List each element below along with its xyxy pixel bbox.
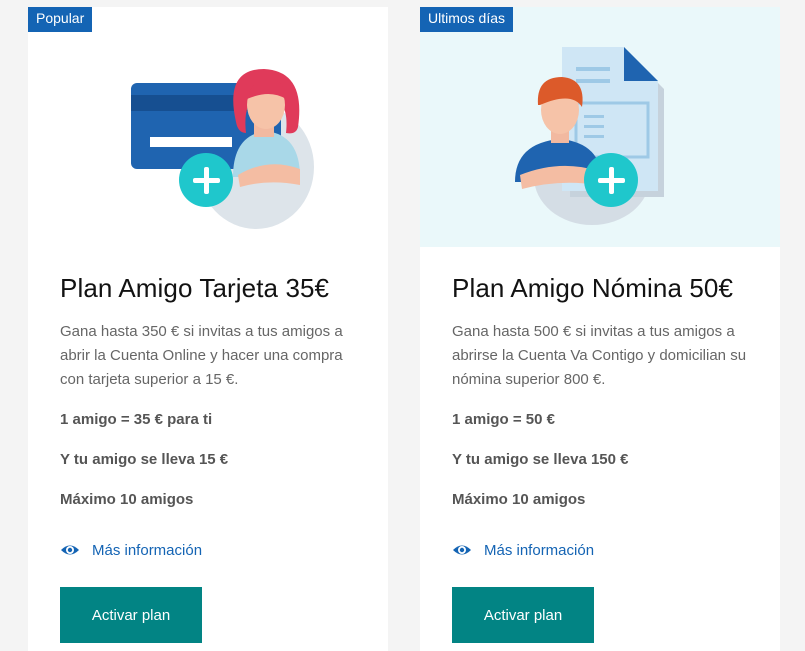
plan-reward: 1 amigo = 35 € para ti: [60, 411, 213, 428]
more-info-link[interactable]: Más información: [60, 540, 202, 560]
plan-title: Plan Amigo Tarjeta 35€: [60, 273, 330, 303]
eye-icon: [61, 545, 79, 555]
more-info-label: Más información: [484, 541, 595, 559]
card-illustration: [28, 7, 388, 247]
plan-card-tarjeta: Popular Plan Amigo Tarjeta 35€ Gana hast…: [28, 7, 388, 651]
plan-card-nomina: Ultimos días Plan Amigo Nómina 50€ Gana …: [420, 7, 780, 651]
eye-icon: [453, 545, 471, 555]
woman-credit-card-illustration: [131, 69, 314, 229]
plan-friend-reward: Y tu amigo se lleva 150 €: [452, 451, 629, 468]
card-illustration: [420, 7, 780, 247]
last-days-badge: Ultimos días: [420, 7, 514, 32]
man-document-illustration: [515, 47, 664, 225]
plan-title: Plan Amigo Nómina 50€: [452, 273, 734, 303]
plan-friend-reward: Y tu amigo se lleva 15 €: [60, 451, 229, 468]
more-info-link[interactable]: Más información: [452, 540, 594, 560]
plan-max-friends: Máximo 10 amigos: [60, 491, 194, 508]
activate-plan-button[interactable]: Activar plan: [60, 587, 202, 643]
plan-description: Gana hasta 500 € si invitas a tus amigos…: [452, 323, 747, 388]
plan-description: Gana hasta 350 € si invitas a tus amigos…: [60, 323, 343, 388]
plan-reward: 1 amigo = 50 €: [452, 411, 555, 428]
popular-badge: Popular: [28, 7, 93, 32]
more-info-label: Más información: [92, 541, 203, 559]
activate-plan-button[interactable]: Activar plan: [452, 587, 594, 643]
plan-max-friends: Máximo 10 amigos: [452, 491, 586, 508]
